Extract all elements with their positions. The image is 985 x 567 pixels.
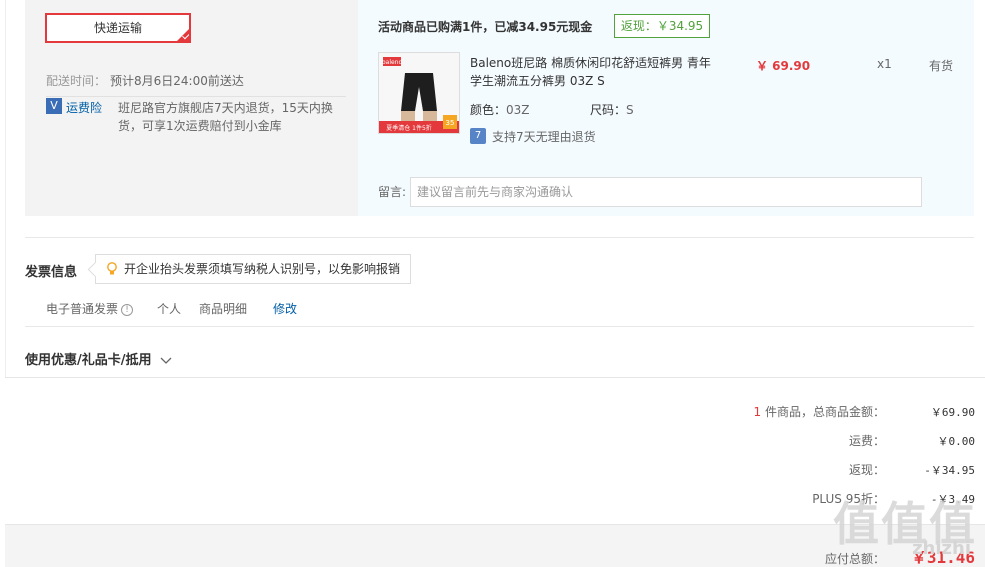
summary-count-text: 件商品，总商品金额： xyxy=(764,405,885,419)
invoice-type-text: 电子普通发票 xyxy=(46,302,119,316)
product-quantity: x1 xyxy=(877,57,892,71)
product-size-value: S xyxy=(626,103,634,117)
summary-total-label: 1 件商品，总商品金额： xyxy=(585,403,885,420)
invoice-content: 商品明细 xyxy=(199,302,248,316)
product-name-line: 学生潮流五分裤男 03Z S xyxy=(470,74,605,88)
section-divider xyxy=(25,326,974,327)
seven-day-return-icon: 7 xyxy=(470,128,486,144)
product-color-value: 03Z xyxy=(506,103,530,117)
shipping-insurance-desc-line: 货，可享1次运费赔付到小金库 xyxy=(118,119,282,133)
shipping-insurance-desc: 班尼路官方旗舰店7天内退货，15天内换 货，可享1次运费赔付到小金库 xyxy=(118,99,348,135)
product-stock-status: 有货 xyxy=(929,59,954,73)
selected-check-icon xyxy=(177,29,189,41)
product-color: 颜色：03Z xyxy=(470,101,530,118)
delivery-time-value: 预计8月6日24:00前送达 xyxy=(110,74,244,88)
invoice-title: 发票信息 xyxy=(25,265,78,280)
delivery-time-label: 配送时间： xyxy=(46,74,107,88)
watermark-url: zhizhi xyxy=(912,538,971,559)
summary-total-value: ￥69.90 xyxy=(930,406,975,419)
message-input[interactable] xyxy=(410,177,922,207)
summary-rebate-label: 返现： xyxy=(848,463,885,477)
invoice-type: 电子普通发票! xyxy=(46,300,134,317)
summary-rebate-value: -￥34.95 xyxy=(924,464,975,477)
product-image[interactable]: baleno 夏季清仓 1件5折 35 xyxy=(378,52,460,134)
product-size-label: 尺码： xyxy=(590,103,627,117)
product-image-badge: 35 xyxy=(446,119,455,127)
product-image-brand: baleno xyxy=(382,59,403,66)
product-image-banner: 夏季清仓 1件5折 xyxy=(386,124,432,132)
product-name[interactable]: Baleno班尼路 棉质休闲印花舒适短裤男 青年 学生潮流五分裤男 03Z S xyxy=(470,54,740,90)
summary-item-count: 1 xyxy=(753,405,762,419)
invoice-tooltip-text: 开企业抬头发票须填写纳税人识别号，以免影响报销 xyxy=(124,262,401,276)
return-policy-text: 支持7天无理由退货 xyxy=(492,130,596,144)
shipping-insurance-icon: V xyxy=(46,98,62,114)
chevron-down-icon xyxy=(160,357,172,364)
lightbulb-icon xyxy=(107,262,117,275)
summary-shipping-row: 运费： ￥0.00 xyxy=(575,432,975,449)
express-shipping-option[interactable]: 快递运输 xyxy=(45,13,191,43)
product-price: ￥ 69.90 xyxy=(756,59,811,73)
express-shipping-label: 快递运输 xyxy=(93,21,142,35)
shipping-insurance-link[interactable]: 运费险 xyxy=(66,99,102,116)
shipping-divider xyxy=(46,96,346,97)
promo-text: 活动商品已购满1件，已减34.95元现金 xyxy=(378,20,593,34)
product-size: 尺码：S xyxy=(590,101,634,118)
summary-shipping-label: 运费： xyxy=(848,434,885,448)
invoice-edit-link[interactable]: 修改 xyxy=(273,300,297,317)
info-icon[interactable]: ! xyxy=(121,303,134,316)
coupon-toggle[interactable]: 使用优惠/礼品卡/抵用 xyxy=(25,349,172,368)
summary-total-row: 1 件商品，总商品金额： ￥69.90 xyxy=(575,403,975,420)
shorts-product-icon: baleno 夏季清仓 1件5折 35 xyxy=(379,53,459,133)
rebate-tag: 返现：￥34.95 xyxy=(614,14,710,38)
summary-rebate-row: 返现： -￥34.95 xyxy=(575,461,975,478)
invoice-holder: 个人 xyxy=(157,302,182,316)
summary-shipping-value: ￥0.00 xyxy=(937,435,976,448)
invoice-tooltip: 开企业抬头发票须填写纳税人识别号，以免影响报销 xyxy=(95,254,411,284)
message-label: 留言: xyxy=(378,185,407,199)
product-color-label: 颜色： xyxy=(470,103,507,117)
checkout-border xyxy=(5,377,985,378)
section-divider xyxy=(25,237,974,238)
coupon-title: 使用优惠/礼品卡/抵用 xyxy=(25,353,152,368)
checkout-border-left xyxy=(5,0,6,377)
product-name-line: Baleno班尼路 棉质休闲印花舒适短裤男 青年 xyxy=(470,56,711,70)
shipping-insurance-desc-line: 班尼路官方旗舰店7天内退货，15天内换 xyxy=(118,101,333,115)
